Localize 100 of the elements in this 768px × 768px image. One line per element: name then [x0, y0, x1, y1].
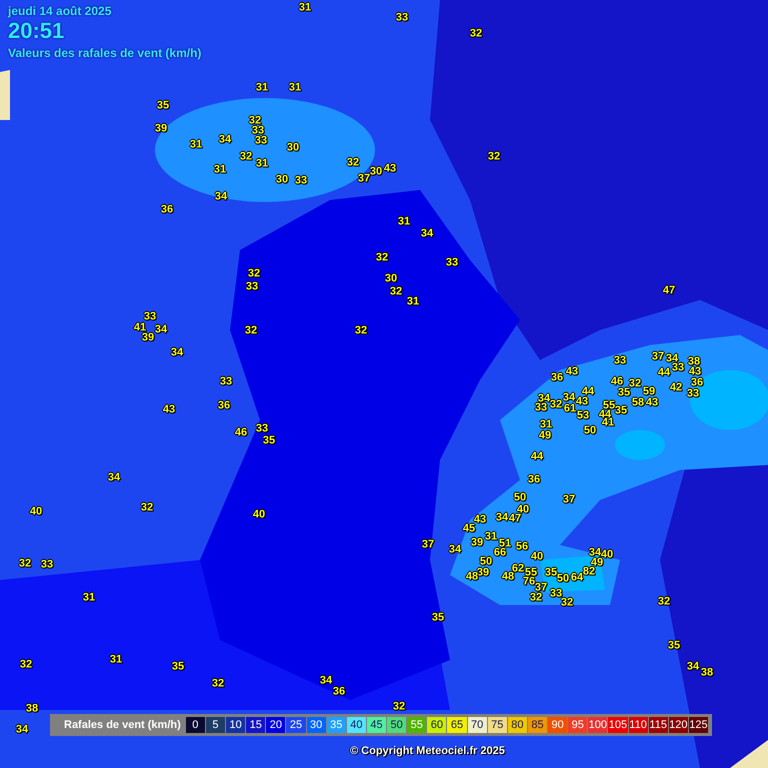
- wind-gust-value: 31: [256, 82, 268, 94]
- wind-gust-value: 34: [496, 512, 508, 524]
- wind-gust-value: 31: [540, 420, 552, 430]
- wind-gust-value: 50: [556, 574, 570, 584]
- wind-gust-value: 82: [582, 566, 596, 578]
- wind-gust-value: 31: [298, 2, 312, 14]
- legend-swatch: 50: [387, 717, 406, 733]
- wind-gust-value: 32: [212, 678, 224, 690]
- wind-gust-value: 53: [576, 410, 590, 422]
- wind-gust-value: 32: [390, 286, 402, 298]
- wind-gust-value: 30: [370, 166, 382, 178]
- wind-gust-value: 43: [576, 396, 588, 408]
- wind-gust-value: 36: [160, 204, 174, 216]
- wind-gust-value: 32: [470, 28, 482, 40]
- wind-gust-value: 37: [422, 540, 434, 550]
- wind-gust-value: 36: [528, 474, 540, 486]
- copyright-text: © Copyright Meteociel.fr 2025: [350, 745, 505, 757]
- wind-gust-value: 30: [286, 142, 300, 154]
- wind-gust-value: 55: [602, 400, 616, 412]
- wind-gust-value: 34: [562, 392, 576, 404]
- legend-swatch: 95: [568, 717, 588, 733]
- wind-gust-value: 40: [252, 510, 266, 520]
- wind-gust-value: 32: [240, 152, 252, 162]
- wind-gust-value: 33: [256, 424, 268, 434]
- legend-swatch: 105: [608, 717, 628, 733]
- wind-gust-value: 35: [156, 100, 170, 112]
- wind-gust-value: 33: [220, 376, 232, 388]
- wind-gust-value: 40: [530, 552, 544, 562]
- wind-gust-value: 32: [354, 326, 368, 336]
- wind-gust-value: 39: [142, 332, 154, 344]
- wind-gust-value: 43: [688, 366, 702, 378]
- wind-gust-value: 35: [544, 568, 558, 578]
- wind-gust-value: 32: [392, 702, 406, 712]
- wind-gust-value: 50: [584, 426, 596, 436]
- wind-gust-value: 34: [154, 324, 168, 336]
- wind-gust-value: 31: [256, 158, 268, 170]
- wind-gust-value: 32: [658, 596, 670, 608]
- legend-swatch: 75: [488, 717, 507, 733]
- wind-gust-value: 32: [560, 598, 574, 608]
- wind-gust-value: 31: [82, 592, 96, 604]
- legend-swatch: 35: [326, 717, 346, 733]
- wind-gust-value: 44: [530, 452, 544, 462]
- legend-swatch: 30: [306, 717, 326, 733]
- wind-gust-value: 43: [384, 164, 396, 174]
- wind-gust-value: 31: [406, 296, 420, 308]
- wind-gust-value: 32: [18, 558, 32, 570]
- legend-swatch: 15: [246, 717, 266, 733]
- wind-gust-value: 37: [358, 174, 370, 184]
- wind-gust-value: 76: [522, 576, 536, 588]
- wind-gust-value: 38: [26, 704, 38, 714]
- wind-gust-value: 31: [110, 654, 122, 666]
- wind-gust-value: 42: [670, 382, 682, 394]
- wind-gust-value: 33: [252, 126, 264, 136]
- wind-gust-value: 32: [244, 326, 258, 336]
- wind-gust-value: 30: [384, 274, 398, 284]
- legend-swatch: 25: [286, 717, 306, 733]
- wind-gust-value: 34: [448, 544, 462, 556]
- wind-gust-value: 39: [154, 124, 168, 134]
- wind-gust-value: 47: [508, 514, 522, 524]
- wind-gust-value: 59: [642, 386, 656, 398]
- wind-gust-value: 40: [516, 504, 530, 516]
- legend-swatch: 90: [548, 717, 568, 733]
- wind-gust-value: 33: [294, 176, 308, 186]
- legend-swatch: 85: [528, 717, 548, 733]
- wind-gust-value: 43: [566, 366, 578, 378]
- wind-gust-value: 31: [190, 140, 202, 150]
- wind-gust-value: 34: [214, 192, 228, 202]
- wind-gust-value: 36: [550, 372, 564, 384]
- wind-gust-value: 44: [582, 386, 594, 398]
- wind-gust-value: 37: [562, 494, 576, 506]
- wind-gust-value: 34: [320, 676, 332, 686]
- wind-gust-value: 48: [466, 572, 478, 582]
- wind-gust-value: 35: [262, 436, 276, 446]
- legend-swatch: 100: [588, 717, 608, 733]
- wind-gust-value: 35: [618, 388, 630, 398]
- wind-gust-value: 32: [248, 268, 260, 280]
- wind-gust-value: 33: [686, 388, 700, 400]
- wind-gust-value: 34: [16, 724, 28, 736]
- legend-swatch: 125: [688, 717, 708, 733]
- wind-gust-value: 36: [690, 378, 704, 388]
- wind-gust-value: 38: [700, 668, 714, 678]
- wind-gust-value: 33: [396, 12, 408, 24]
- wind-gust-value: 58: [632, 398, 644, 408]
- wind-gust-value: 31: [398, 216, 410, 228]
- wind-gust-value: 43: [162, 404, 176, 416]
- map-date: jeudi 14 août 2025: [8, 4, 112, 18]
- legend-swatch: 40: [346, 717, 366, 733]
- wind-gust-value: 37: [652, 352, 664, 362]
- map-time: 20:51: [8, 18, 66, 44]
- legend-swatch: 110: [628, 717, 648, 733]
- wind-gust-value: 35: [668, 640, 680, 652]
- wind-gust-value: 33: [550, 588, 562, 600]
- legend-swatch: 0: [186, 717, 205, 733]
- wind-gust-value: 34: [218, 134, 232, 146]
- wind-gust-value: 33: [446, 258, 458, 268]
- wind-gust-value: 43: [474, 514, 486, 526]
- wind-gust-value: 34: [686, 662, 700, 672]
- wind-gust-value: 32: [488, 152, 500, 162]
- wind-gust-value: 30: [276, 174, 288, 186]
- legend-swatch: 120: [668, 717, 688, 733]
